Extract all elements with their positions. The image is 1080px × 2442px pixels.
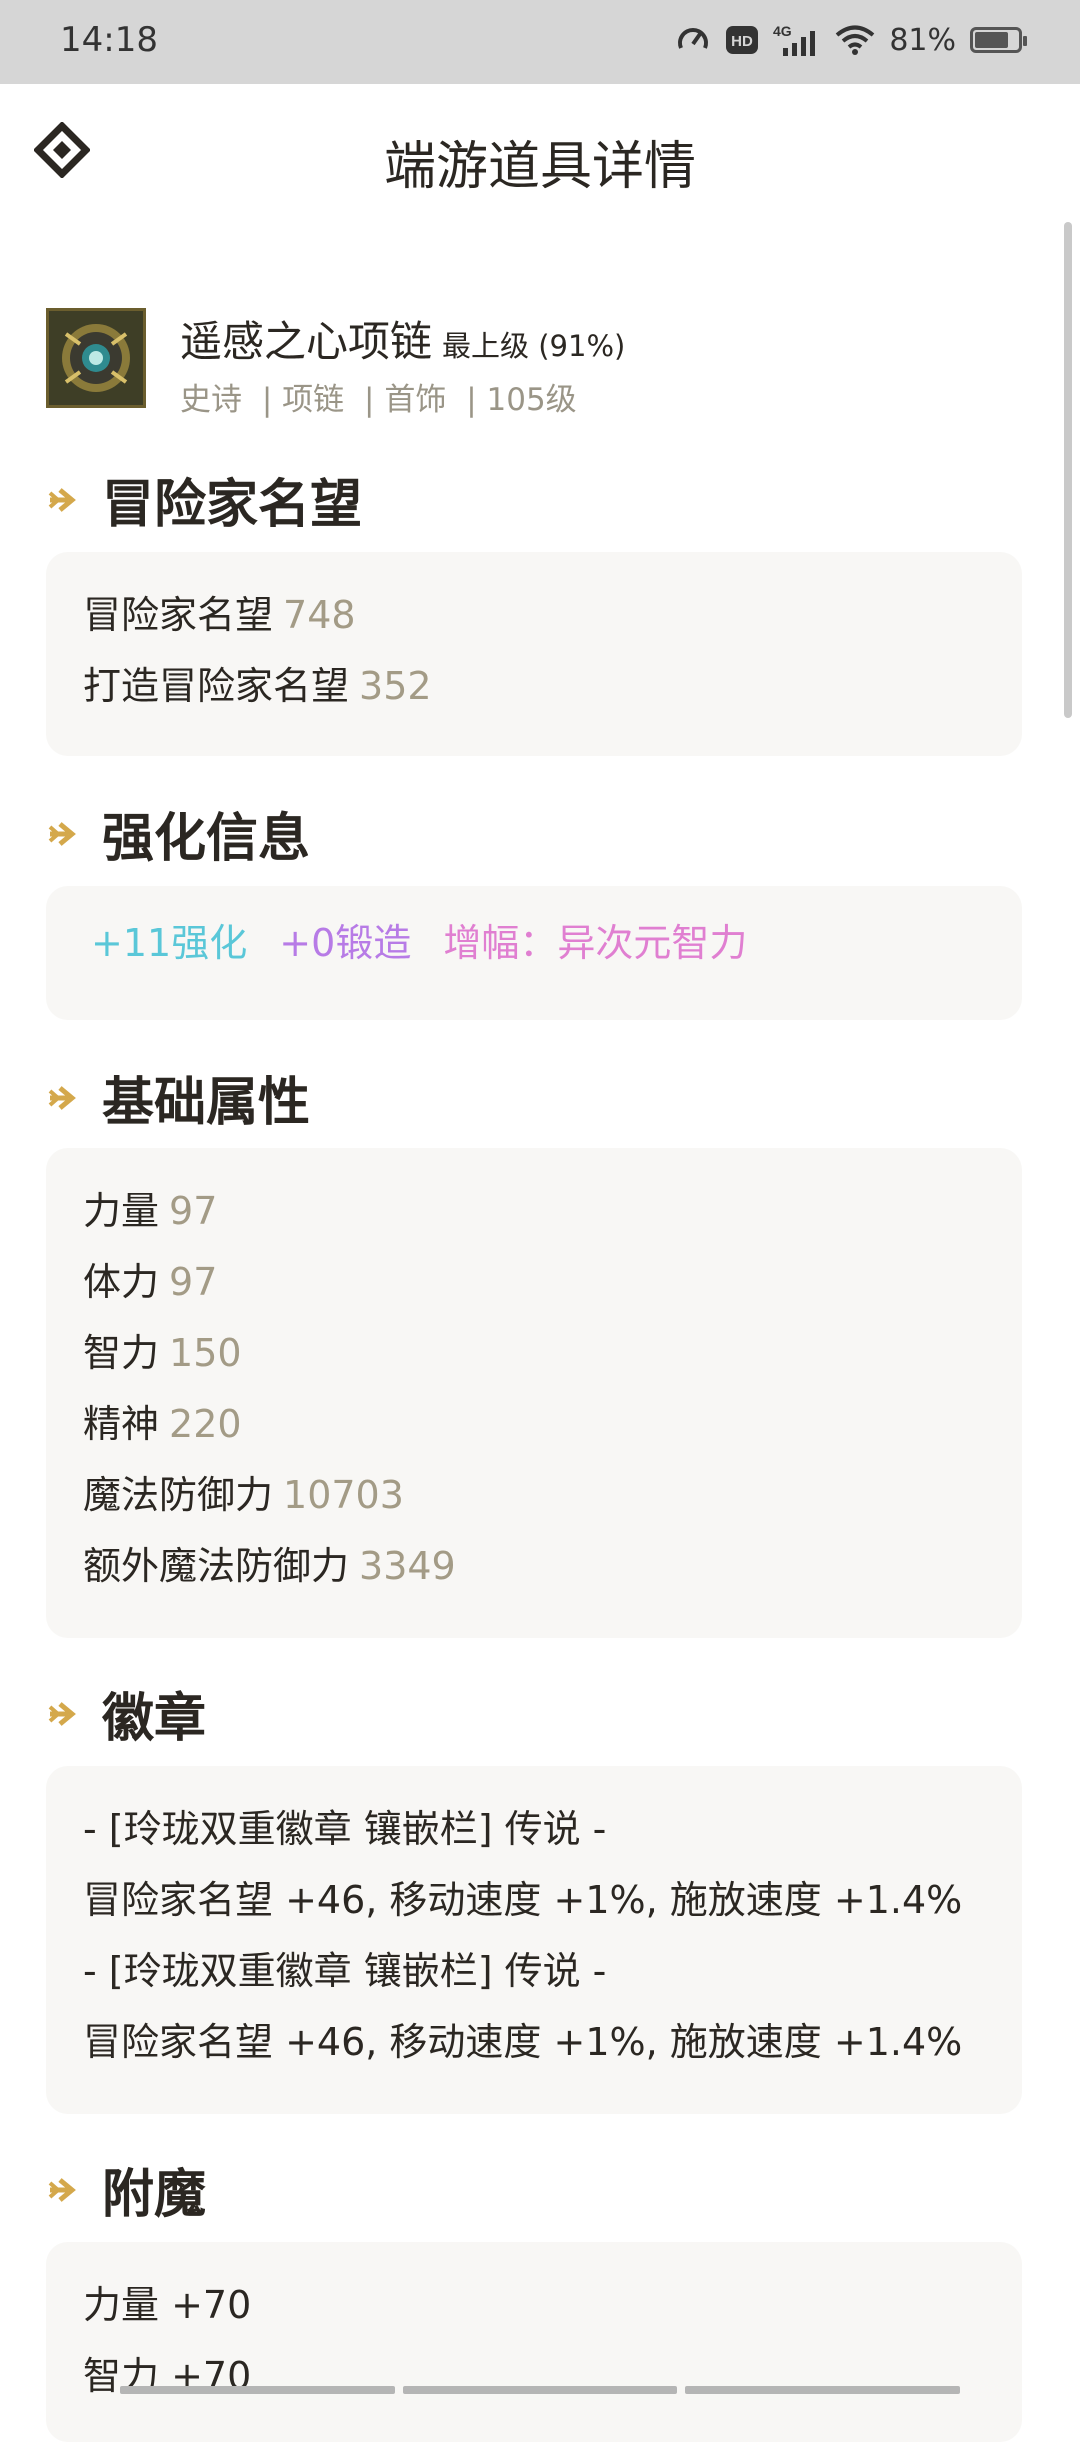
stat-value: 220: [169, 1402, 242, 1446]
arrow-right-icon: [48, 1701, 76, 1726]
wifi-icon: [835, 24, 875, 56]
stat-value: 748: [283, 593, 356, 637]
emblem-line: - [玲珑双重徽章 镶嵌栏] 传说 -: [83, 1949, 607, 1993]
item-name-line: 遥感之心项链 最上级 (91%): [180, 308, 625, 369]
necklace-item-icon: [46, 308, 146, 408]
item-tag: 史诗: [180, 382, 242, 418]
hd-icon: HD: [725, 25, 759, 55]
stat-label: 额外魔法防御力: [83, 1544, 350, 1588]
section-title: 基础属性: [102, 1073, 311, 1133]
enhance-line: +11强化 +0锻造 增幅：异次元智力: [91, 908, 977, 979]
stat-label: 精神: [83, 1402, 160, 1446]
section-title: 徽章: [102, 1689, 207, 1749]
section-header-base: 基础属性: [46, 1060, 310, 1135]
item-tags: 史诗 | 项链 | 首饰 | 105级: [180, 374, 587, 419]
stat-label: 打造冒险家名望: [83, 664, 350, 708]
reputation-card: 冒险家名望 748 打造冒险家名望 352: [46, 552, 1022, 756]
stat-value: 3349: [359, 1544, 456, 1588]
indicator-segment: [402, 2386, 678, 2394]
bottom-indicator: [120, 2386, 961, 2394]
item-header: 遥感之心项链 最上级 (91%) 史诗 | 项链 | 首饰 | 105级: [46, 308, 946, 418]
scrollbar[interactable]: [1064, 222, 1072, 718]
section-title: 附魔: [102, 2165, 207, 2225]
stat-value: 150: [169, 1331, 242, 1375]
stat-label: 智力: [83, 1331, 160, 1375]
enchant-line: 力量 +70: [83, 2283, 252, 2327]
signal-4g-icon: 4G: [773, 22, 821, 58]
stat-label: 体力: [83, 1260, 160, 1304]
stat-line: 体力 97: [83, 1247, 985, 1318]
arrow-right-icon: [48, 1085, 76, 1110]
arrow-right-icon: [48, 821, 76, 846]
section-header-enhance: 强化信息: [46, 796, 310, 871]
item-tag: | 项链: [261, 382, 345, 418]
enhance-level: +11强化: [91, 921, 248, 965]
status-time: 14:18: [60, 20, 158, 60]
stat-value: 10703: [283, 1473, 404, 1517]
page-title: 端游道具详情: [383, 137, 696, 197]
item-grade: 最上级 (91%): [442, 329, 626, 363]
emblem-card: - [玲珑双重徽章 镶嵌栏] 传说 - 冒险家名望 +46, 移动速度 +1%,…: [46, 1766, 1022, 2114]
stat-line: 力量 97: [83, 1176, 985, 1247]
section-title: 强化信息: [102, 809, 311, 869]
stat-value: 97: [169, 1189, 218, 1233]
item-name: 遥感之心项链: [180, 317, 433, 366]
amplify-info: 增幅：异次元智力: [443, 921, 748, 965]
item-tag: | 105级: [466, 382, 577, 418]
stat-label: 力量: [83, 1189, 160, 1233]
arrow-right-icon: [48, 2177, 76, 2202]
section-header-emblem: 徽章: [46, 1676, 206, 1751]
emblem-line: - [玲珑双重徽章 镶嵌栏] 传说 -: [83, 1807, 607, 1851]
arrow-right-icon: [48, 487, 76, 512]
battery-fill: [975, 32, 1008, 48]
item-tag: | 首饰: [364, 382, 447, 418]
stat-line: 魔法防御力 10703: [83, 1460, 985, 1531]
network-label: 4G: [773, 23, 792, 39]
section-header-reputation: 冒险家名望: [46, 462, 362, 537]
status-bar: 14:18 HD 4G 81%: [0, 0, 1080, 84]
battery-icon: [970, 27, 1027, 53]
stat-label: 冒险家名望: [83, 593, 274, 637]
stat-value: 352: [359, 664, 432, 708]
stat-value: 97: [169, 1260, 218, 1304]
speed-icon: [675, 22, 711, 58]
stat-line: 打造冒险家名望 352: [83, 651, 985, 722]
base-attributes-card: 力量 97 体力 97 智力 150 精神 220 魔法防御力 10703 额外魔法防御力…: [46, 1148, 1022, 1638]
forge-level: +0锻造: [279, 921, 412, 965]
enhance-card: +11强化 +0锻造 增幅：异次元智力: [46, 886, 1022, 1020]
enchant-line: 智力 +70: [83, 2354, 252, 2398]
section-title: 冒险家名望: [102, 475, 363, 535]
emblem-line: 冒险家名望 +46, 移动速度 +1%, 施放速度 +1.4%: [83, 1878, 963, 1922]
stat-line: 智力 150: [83, 1318, 985, 1389]
header: 端游道具详情: [0, 84, 1080, 234]
status-icons: HD 4G 81%: [675, 22, 1027, 58]
battery-percent: 81%: [889, 22, 956, 58]
enchant-card: 力量 +70 智力 +70: [46, 2242, 1022, 2442]
section-header-enchant: 附魔: [46, 2152, 206, 2227]
indicator-segment: [685, 2386, 961, 2394]
hd-label: HD: [731, 33, 753, 50]
stat-line: 冒险家名望 748: [83, 580, 985, 651]
stat-label: 魔法防御力: [83, 1473, 274, 1517]
indicator-segment: [120, 2386, 395, 2394]
stat-line: 额外魔法防御力 3349: [83, 1531, 985, 1602]
emblem-line: 冒险家名望 +46, 移动速度 +1%, 施放速度 +1.4%: [83, 2020, 963, 2064]
stat-line: 精神 220: [83, 1389, 985, 1460]
